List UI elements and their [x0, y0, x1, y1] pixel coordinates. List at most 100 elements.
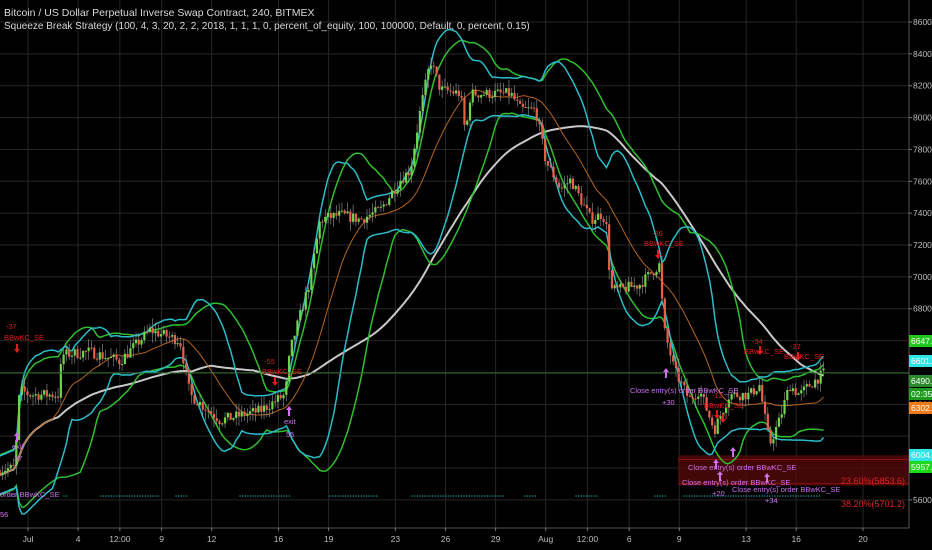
- squeeze-dot: [815, 495, 818, 497]
- candle-body: [184, 363, 188, 370]
- squeeze-dot: [748, 495, 750, 497]
- candle-body: [73, 349, 76, 356]
- candle-body: [249, 411, 252, 414]
- candle: [719, 410, 722, 425]
- time-tick-label: 6: [627, 534, 632, 544]
- price-label-text: 02:35:22: [911, 389, 932, 399]
- candle-body: [496, 89, 499, 91]
- candle: [29, 393, 32, 400]
- candle: [555, 174, 558, 184]
- candle-body: [212, 413, 216, 419]
- squeeze-dot: [413, 495, 416, 497]
- candle: [750, 387, 753, 396]
- candle-body: [560, 187, 563, 189]
- price-chart[interactable]: -37BBwKC_SEexit37order BBwKC_SE56-55BBwK…: [0, 0, 932, 550]
- candle-body: [424, 79, 427, 96]
- squeeze-dot: [283, 495, 286, 497]
- squeeze-dot: [575, 495, 577, 497]
- time-tick-label: 23: [391, 534, 401, 544]
- squeeze-dot: [439, 495, 442, 497]
- candle-body: [151, 327, 154, 334]
- candle-body: [271, 401, 274, 410]
- candle: [532, 102, 536, 113]
- candle-body: [429, 65, 433, 69]
- candle-body: [672, 355, 675, 362]
- candle-body: [68, 349, 71, 357]
- squeeze-dot: [696, 495, 698, 497]
- candle: [399, 172, 402, 197]
- candle-body: [59, 364, 62, 398]
- candle: [441, 80, 444, 98]
- candle-body: [282, 394, 285, 399]
- squeeze-dot: [280, 495, 283, 497]
- squeeze-dot: [588, 495, 590, 497]
- candle: [708, 409, 711, 421]
- candle-body: [226, 412, 229, 418]
- time-axis[interactable]: [0, 529, 909, 550]
- squeeze-dot: [797, 495, 800, 497]
- squeeze-dot: [800, 495, 802, 497]
- squeeze-dot: [134, 495, 136, 497]
- candle: [780, 405, 783, 425]
- squeeze-dot: [730, 495, 732, 497]
- squeeze-dot: [267, 495, 270, 497]
- trade-annotation-entry: -55: [264, 357, 275, 366]
- squeeze-dot: [288, 495, 291, 497]
- squeeze-dot: [273, 495, 275, 497]
- squeeze-dot: [352, 495, 355, 497]
- candle-body: [204, 409, 207, 411]
- candle-body: [599, 213, 602, 220]
- candle-body: [1, 472, 4, 476]
- candle: [382, 200, 385, 212]
- candle-body: [274, 401, 277, 403]
- candle-body: [596, 213, 600, 220]
- candle: [98, 347, 101, 367]
- squeeze-dot: [126, 495, 128, 497]
- candle: [518, 97, 522, 104]
- squeeze-dot: [177, 495, 180, 497]
- squeeze-dot: [265, 495, 267, 497]
- candle-body: [438, 74, 441, 90]
- candle-body: [382, 204, 385, 207]
- candle: [747, 386, 750, 405]
- candle-body: [221, 423, 224, 425]
- candle: [449, 83, 452, 97]
- price-tick-label: 8200.0: [913, 81, 932, 91]
- candle-body: [332, 212, 335, 219]
- candle: [783, 392, 786, 419]
- candle: [115, 348, 118, 363]
- squeeze-dot: [244, 495, 246, 497]
- candle: [424, 73, 427, 98]
- candle-body: [90, 347, 93, 349]
- candle: [571, 175, 575, 190]
- candle: [791, 383, 794, 395]
- candle-body: [187, 369, 190, 384]
- candle-body: [655, 271, 658, 276]
- candle: [232, 417, 235, 423]
- candle-body: [182, 346, 185, 364]
- candle: [104, 349, 107, 360]
- candle: [146, 324, 149, 335]
- candle: [296, 318, 299, 338]
- basis-line: [0, 89, 824, 476]
- candle: [360, 216, 363, 220]
- candle-body: [544, 138, 547, 162]
- candle: [805, 380, 808, 396]
- candle-body: [755, 391, 758, 395]
- squeeze-dot: [779, 495, 781, 497]
- candle: [560, 182, 563, 193]
- candle-body: [652, 273, 655, 276]
- squeeze-dot: [339, 495, 342, 497]
- chart-root[interactable]: -37 BBwKC_SE exit 37 order BBwKC_SE 56 -55 BBwK…: [0, 0, 932, 550]
- squeeze-dot: [105, 495, 107, 497]
- squeeze-dot: [432, 495, 434, 497]
- time-tick-label: 12:00: [109, 534, 131, 544]
- study-legend[interactable]: Squeeze Break Strategy (100, 4, 3, 20, 2…: [4, 21, 530, 32]
- candle: [535, 99, 538, 127]
- candle-body: [583, 204, 586, 206]
- squeeze-dot: [144, 495, 146, 497]
- candle-body: [29, 395, 32, 397]
- squeeze-dot: [180, 495, 182, 497]
- candle: [340, 202, 344, 213]
- candle: [151, 318, 154, 343]
